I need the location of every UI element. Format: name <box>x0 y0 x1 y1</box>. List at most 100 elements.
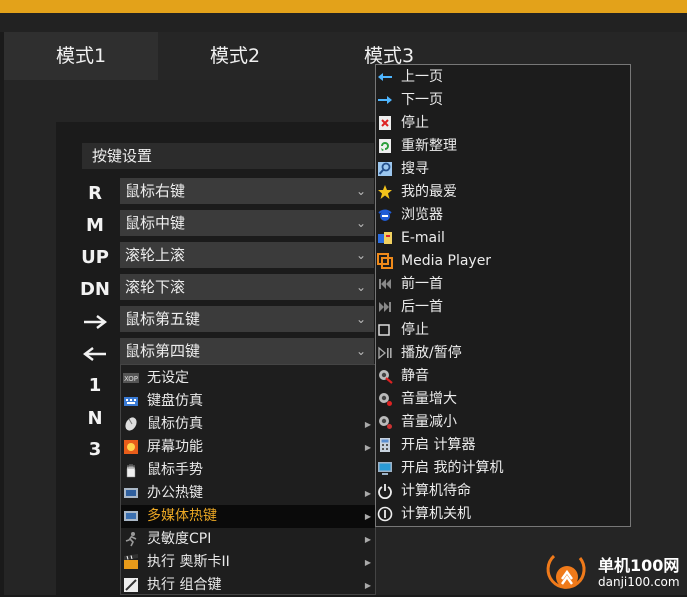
select-back[interactable]: 鼠标第四键 ⌄ <box>120 338 374 364</box>
popup-label: 下一页 <box>401 92 443 108</box>
select-up[interactable]: 滚轮上滚 ⌄ <box>120 242 374 268</box>
chevron-down-icon: ⌄ <box>355 312 366 326</box>
popup-label: 计算机关机 <box>401 506 471 522</box>
popup-item-shutdown[interactable]: 计算机关机 <box>376 503 630 526</box>
popup-item-back[interactable]: 上一页 <box>376 66 630 89</box>
popup-item-refresh[interactable]: 重新整理 <box>376 135 630 158</box>
submenu-label: 屏幕功能 <box>147 439 203 455</box>
submenu-label: 灵敏度CPI <box>147 531 212 547</box>
popup-label: 我的最爱 <box>401 184 457 200</box>
multimedia-icon <box>124 511 138 521</box>
right-arrow-icon <box>84 315 107 329</box>
popup-item-mute[interactable]: 静音 <box>376 365 630 388</box>
popup-item-stop-page[interactable]: 停止 <box>376 112 630 135</box>
submenu-item-none[interactable]: XOP 无设定 <box>121 367 375 390</box>
popup-item-forward[interactable]: 下一页 <box>376 89 630 112</box>
select-forward[interactable]: 鼠标第五键 ⌄ <box>120 306 374 332</box>
popup-label: 音量减小 <box>401 414 457 430</box>
submenu-label: 无设定 <box>147 370 189 386</box>
select-value: 鼠标中键 <box>125 214 186 232</box>
popup-item-stop[interactable]: 停止 <box>376 319 630 342</box>
select-dn[interactable]: 滚轮下滚 ⌄ <box>120 274 374 300</box>
xop-icon: XOP <box>123 373 139 383</box>
function-submenu: XOP 无设定 键盘仿真 鼠标仿真 ▶ 屏幕功能 ▶ 鼠标手势 办公热键 ▶ 多… <box>120 364 376 595</box>
chevron-right-icon: ▶ <box>364 581 371 590</box>
mute-icon <box>379 370 393 384</box>
search-icon <box>378 162 392 176</box>
left-arrow-icon <box>83 347 106 361</box>
popup-item-search[interactable]: 搜寻 <box>376 158 630 181</box>
select-value: 鼠标右键 <box>125 182 186 200</box>
pen-icon <box>124 578 138 592</box>
submenu-item-office[interactable]: 办公热键 ▶ <box>121 482 375 505</box>
popup-label: 开启 我的计算机 <box>401 460 504 476</box>
key-label-r: R <box>88 183 102 204</box>
keyboard-icon <box>124 397 138 406</box>
select-r[interactable]: 鼠标右键 ⌄ <box>120 178 374 204</box>
popup-item-my-computer[interactable]: 开启 我的计算机 <box>376 457 630 480</box>
screen-icon <box>124 440 138 454</box>
submenu-label: 执行 奥斯卡II <box>147 554 230 570</box>
popup-item-media-player[interactable]: Media Player <box>376 250 630 273</box>
key-label-3: 3 <box>88 439 102 460</box>
volume-down-icon <box>379 416 392 429</box>
key-label-dn: DN <box>79 279 110 300</box>
popup-item-favorites[interactable]: 我的最爱 <box>376 181 630 204</box>
hand-icon <box>126 463 136 478</box>
mouse-icon <box>125 417 137 431</box>
title-strip <box>0 13 687 32</box>
submenu-item-multimedia[interactable]: 多媒体热键 ▶ <box>121 505 375 528</box>
popup-label: 开启 计算器 <box>401 437 476 453</box>
popup-item-previous[interactable]: 前一首 <box>376 273 630 296</box>
submenu-item-combo[interactable]: 执行 组合键 ▶ <box>121 574 375 597</box>
select-value: 鼠标第四键 <box>125 342 201 360</box>
chevron-right-icon: ▶ <box>364 558 371 567</box>
runner-icon <box>125 532 137 547</box>
submenu-item-cpi[interactable]: 灵敏度CPI ▶ <box>121 528 375 551</box>
submenu-item-oscar[interactable]: 执行 奥斯卡II ▶ <box>121 551 375 574</box>
chevron-right-icon: ▶ <box>364 443 371 452</box>
popup-item-volume-down[interactable]: 音量减小 <box>376 411 630 434</box>
clapper-icon <box>124 554 138 569</box>
watermark-url: danji100.com <box>598 575 680 589</box>
select-value: 滚轮下滚 <box>125 278 186 296</box>
submenu-label: 多媒体热键 <box>147 508 217 524</box>
section-title: 按键设置 <box>82 143 374 169</box>
submenu-item-screen[interactable]: 屏幕功能 ▶ <box>121 436 375 459</box>
tab-mode-1[interactable]: 模式1 <box>4 32 158 80</box>
submenu-label: 办公热键 <box>147 485 203 501</box>
refresh-icon <box>379 139 391 153</box>
popup-label: Media Player <box>401 253 492 269</box>
submenu-item-keyboard[interactable]: 键盘仿真 <box>121 390 375 413</box>
tab-mode-2[interactable]: 模式2 <box>158 32 312 80</box>
popup-label: 静音 <box>401 368 429 384</box>
popup-item-next[interactable]: 后一首 <box>376 296 630 319</box>
popup-label: 搜寻 <box>401 161 429 177</box>
chevron-down-icon: ⌄ <box>355 184 366 198</box>
chevron-right-icon: ▶ <box>364 420 371 429</box>
browser-icon <box>378 209 392 221</box>
popup-item-browser[interactable]: 浏览器 <box>376 204 630 227</box>
popup-label: 停止 <box>401 115 429 131</box>
popup-item-volume-up[interactable]: 音量增大 <box>376 388 630 411</box>
popup-item-play-pause[interactable]: 播放/暂停 <box>376 342 630 365</box>
popup-label: 播放/暂停 <box>401 345 462 361</box>
office-icon <box>124 488 138 498</box>
popup-label: 重新整理 <box>401 138 457 154</box>
chevron-down-icon: ⌄ <box>355 280 366 294</box>
select-m[interactable]: 鼠标中键 ⌄ <box>120 210 374 236</box>
popup-item-email[interactable]: E-mail <box>376 227 630 250</box>
chevron-right-icon: ▶ <box>364 512 371 521</box>
multimedia-popup: 上一页 下一页 停止 重新整理 搜寻 我的最爱 浏览器 E-mail Media… <box>375 64 631 527</box>
email-icon <box>378 232 392 244</box>
popup-item-standby[interactable]: 计算机待命 <box>376 480 630 503</box>
popup-item-calculator[interactable]: 开启 计算器 <box>376 434 630 457</box>
back-arrow-icon <box>378 73 392 81</box>
submenu-item-gesture[interactable]: 鼠标手势 <box>121 459 375 482</box>
submenu-item-mouse[interactable]: 鼠标仿真 ▶ <box>121 413 375 436</box>
next-track-icon <box>379 302 391 312</box>
chevron-right-icon: ▶ <box>364 535 371 544</box>
svg-text:XOP: XOP <box>124 375 138 383</box>
key-label-m: M <box>86 215 104 236</box>
key-label-up: UP <box>81 247 109 268</box>
